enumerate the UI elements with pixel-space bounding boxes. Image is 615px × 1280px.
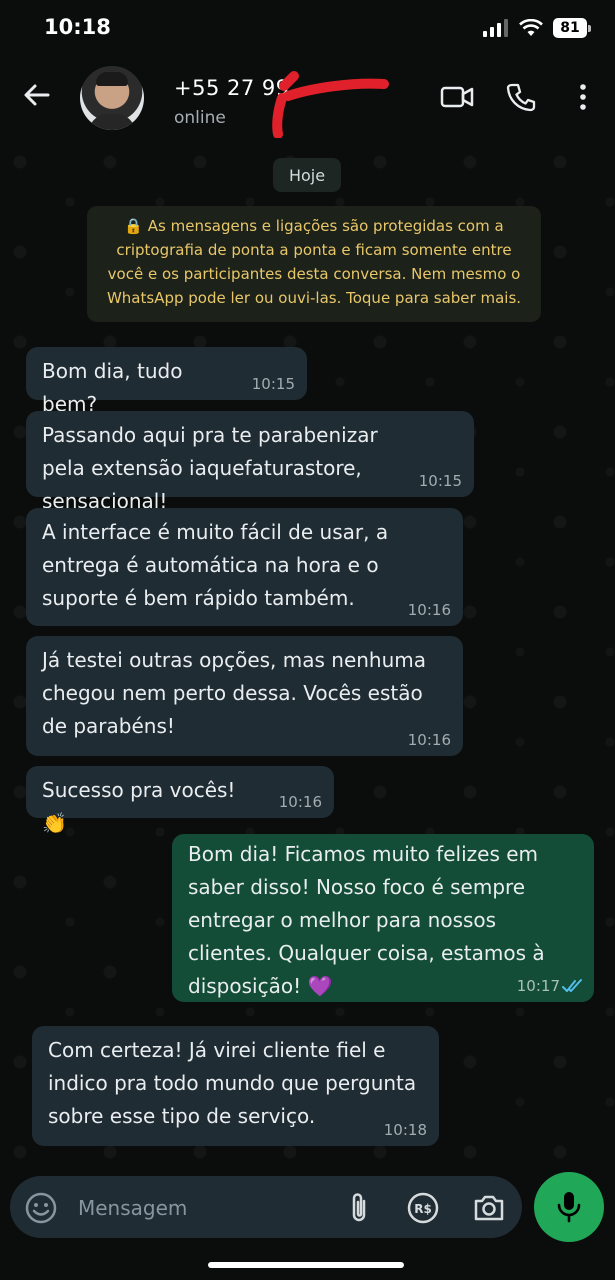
message-time: 10:16 xyxy=(278,793,322,811)
status-time: 10:18 xyxy=(44,15,111,39)
message-time: 10:15 xyxy=(251,375,295,393)
microphone-icon xyxy=(557,1192,581,1223)
camera-icon[interactable] xyxy=(472,1191,506,1225)
message-input[interactable] xyxy=(76,1191,330,1225)
message-text: Com certeza! Já virei cliente fiel e ind… xyxy=(48,1038,417,1128)
redaction-mark xyxy=(272,71,389,138)
svg-text:R$: R$ xyxy=(414,1202,432,1216)
phone-icon[interactable] xyxy=(506,82,536,112)
voice-message-button[interactable] xyxy=(534,1172,604,1242)
message-composer: R$ xyxy=(10,1176,522,1238)
message-time: 10:17 xyxy=(516,977,560,995)
message-text: A interface é muito fácil de usar, a ent… xyxy=(42,520,389,610)
message-bubble[interactable]: Já testei outras opções, mas nenhuma che… xyxy=(26,636,463,756)
message-bubble[interactable]: Sucesso pra vocês! 👏 10:16 xyxy=(26,766,334,835)
message-text: Sucesso pra vocês! 👏 xyxy=(42,778,236,835)
message-time: 10:16 xyxy=(407,731,451,749)
date-separator: Hoje xyxy=(273,158,341,192)
message-bubble-outgoing[interactable]: Bom dia! Ficamos muito felizes em saber … xyxy=(172,834,594,1002)
message-time: 10:16 xyxy=(407,601,451,619)
status-icons: 81 xyxy=(483,16,591,40)
message-text: Bom dia, tudo bem? xyxy=(42,359,183,416)
back-arrow-icon[interactable] xyxy=(22,80,52,110)
message-text: Já testei outras opções, mas nenhuma che… xyxy=(42,648,427,738)
message-time: 10:18 xyxy=(383,1121,427,1139)
message-bubble[interactable]: A interface é muito fácil de usar, a ent… xyxy=(26,508,463,626)
signal-icon xyxy=(483,19,508,37)
message-text: Passando aqui pra te parabenizar pela ex… xyxy=(42,423,378,513)
message-bubble[interactable]: Com certeza! Já virei cliente fiel e ind… xyxy=(32,1026,439,1146)
video-call-icon[interactable] xyxy=(440,82,474,112)
battery-indicator: 81 xyxy=(553,18,591,38)
avatar[interactable] xyxy=(80,66,144,130)
chat-area[interactable]: Hoje 🔒 As mensagens e ligações são prote… xyxy=(0,142,615,1172)
message-time: 10:15 xyxy=(418,472,462,490)
home-indicator xyxy=(208,1262,404,1268)
message-bubble[interactable]: Passando aqui pra te parabenizar pela ex… xyxy=(26,411,474,513)
message-bubble[interactable]: Bom dia, tudo bem? 10:15 xyxy=(26,347,307,416)
encryption-notice[interactable]: 🔒 As mensagens e ligações são protegidas… xyxy=(87,206,541,322)
emoji-icon[interactable] xyxy=(24,1191,58,1225)
more-options-icon[interactable] xyxy=(574,82,592,112)
message-text: Bom dia! Ficamos muito felizes em saber … xyxy=(188,842,545,998)
contact-status: online xyxy=(174,108,226,128)
read-receipt-icon xyxy=(562,979,582,992)
chat-header: +55 27 99 online xyxy=(0,56,615,142)
wifi-icon xyxy=(519,19,543,36)
payment-icon[interactable]: R$ xyxy=(406,1191,440,1225)
status-bar: 10:18 81 xyxy=(0,0,615,56)
attach-icon[interactable] xyxy=(344,1191,374,1225)
